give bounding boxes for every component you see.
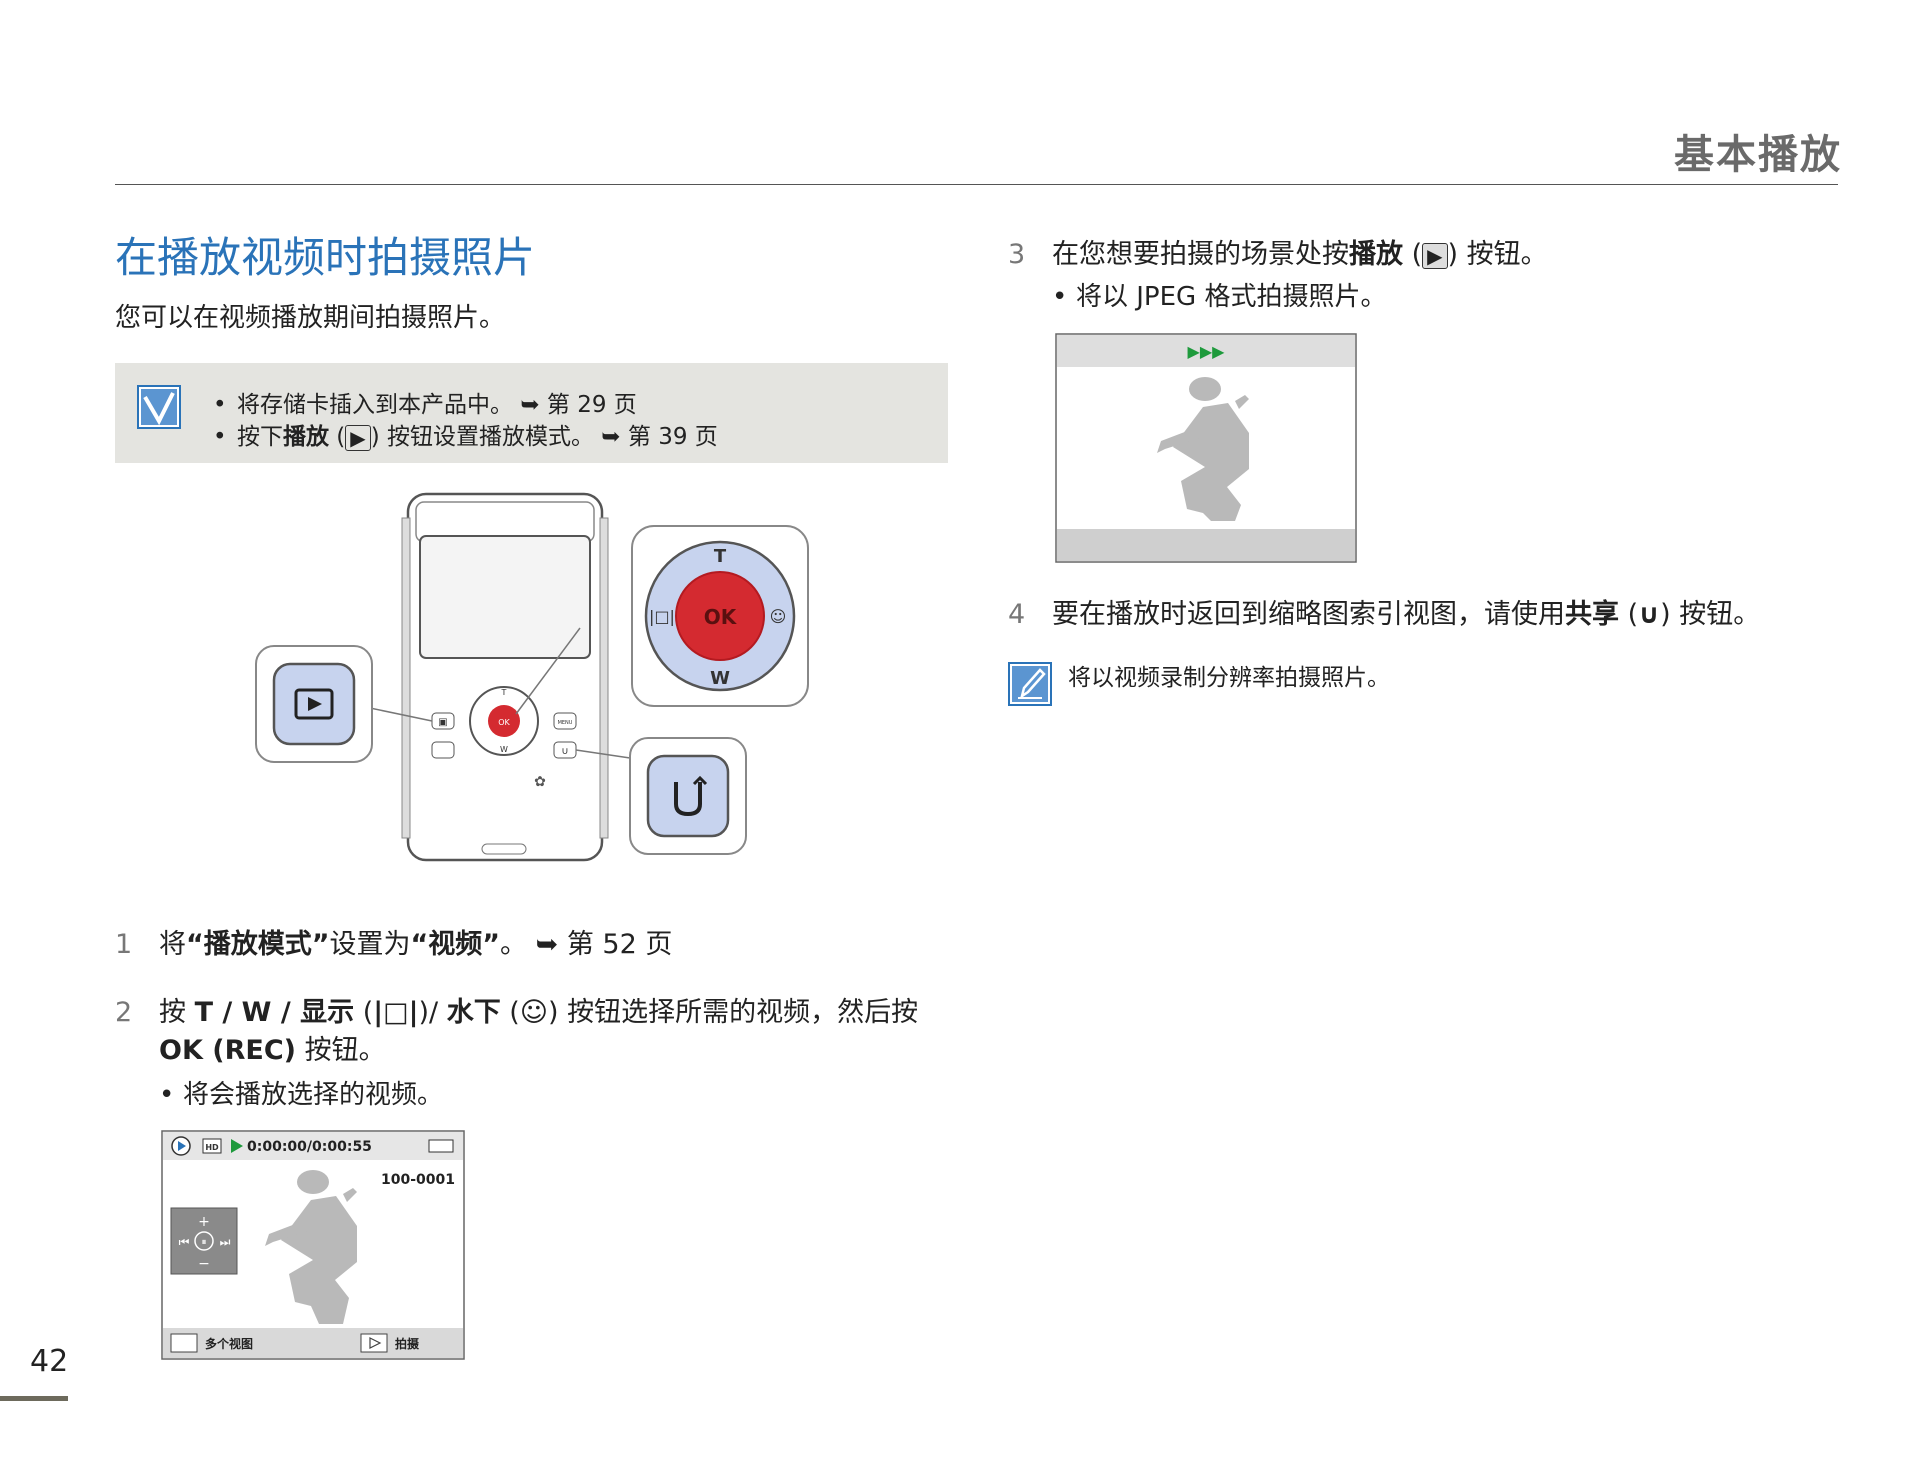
rewind-icon: ⏮ [179,1235,190,1249]
page-number-bar [0,1396,68,1401]
svg-text:∪: ∪ [561,746,568,757]
step-3: 3 在您想要拍摄的场景处按播放 (▶) 按钮。 [1008,239,1548,270]
capture-icon [360,1333,388,1353]
header-divider [115,184,1838,185]
playback-icon: ▶ [345,424,371,451]
svg-text:0:00:00/0:00:55: 0:00:00/0:00:55 [247,1139,372,1155]
note-line-2: • 按下播放 (▶) 按钮设置播放模式。 ➥ 第 39 页 [213,424,718,451]
playback-icon: ▶ [1422,242,1448,269]
prerequisite-note: • 将存储卡插入到本产品中。 ➥ 第 29 页 • 按下播放 (▶) 按钮设置播放模… [115,363,948,463]
svg-text:T: T [501,688,507,697]
svg-text:OK: OK [704,605,738,629]
checkbox-note-icon [137,385,181,429]
svg-text:OK: OK [498,718,510,727]
step-2-bullet: • 将会播放选择的视频。 [159,1080,444,1110]
svg-text:拍摄: 拍摄 [395,1336,420,1351]
lcd-screen [419,535,591,659]
svg-text:+: + [198,1214,210,1230]
arrow-ref-icon: ➥ [601,424,621,450]
svg-text:多个视图: 多个视图 [205,1336,253,1351]
note-line-1: • 将存储卡插入到本产品中。 ➥ 第 29 页 [213,392,637,418]
fast-forward-icon: ▶▶▶ [1188,342,1226,361]
display-icon: |□| [373,997,419,1028]
pause-icon: ⏸ [202,1237,207,1248]
step-4: 4 要在播放时返回到缩略图索引视图，请使用共享 (∪) 按钮。 [1008,599,1761,630]
share-icon: ∪ [1638,599,1661,630]
camcorder-illustration: OK T W ▣ MENU ∪ ✿ OK T W |□| ☺ [255,492,809,862]
section-title: 在播放视频时拍摄照片 [115,233,536,282]
svg-text:▣: ▣ [438,717,447,728]
step-2-line-2: OK (REC) 按钮。 [159,1035,386,1066]
svg-text:W: W [710,668,730,689]
display-icon: |□| [649,607,675,626]
underwater-icon: ☺ [770,607,787,626]
pencil-note-icon [1008,662,1052,706]
arrow-ref-icon: ➥ [520,392,540,418]
svg-text:100-0001: 100-0001 [381,1172,455,1188]
underwater-icon: ☺ [519,997,548,1028]
page-number: 42 [30,1344,69,1379]
svg-text:HD: HD [205,1143,219,1152]
forward-icon: ⏭ [220,1235,231,1249]
svg-text:✿: ✿ [534,774,546,790]
tip-text: 将以视频录制分辨率拍摄照片。 [1068,665,1390,691]
svg-text:−: − [198,1256,210,1272]
arrow-ref-icon: ➥ [535,929,559,960]
capture-screen: ▶▶▶ [1055,333,1357,563]
step-3-bullet: • 将以 JPEG 格式拍摄照片。 [1052,282,1387,312]
svg-text:MENU: MENU [558,720,573,726]
svg-text:W: W [500,745,508,754]
playback-screen: HD 0:00:00/0:00:55 100-0001 + ⏸ ⏮ ⏭ − 多个… [161,1130,465,1360]
multi-view-icon [170,1333,198,1353]
svg-text:T: T [714,546,727,567]
header-title: 基本播放 [1674,132,1842,178]
step-2: 2按 T / W / 显示 (|□|)/ 水下 (☺) 按钮选择所需的视频，然后… [115,997,919,1028]
battery-icon [428,1139,454,1153]
section-intro: 您可以在视频播放期间拍摄照片。 [115,303,506,333]
step-1: 1 将“播放模式”设置为“视频”。 ➥ 第 52 页 [115,929,673,960]
